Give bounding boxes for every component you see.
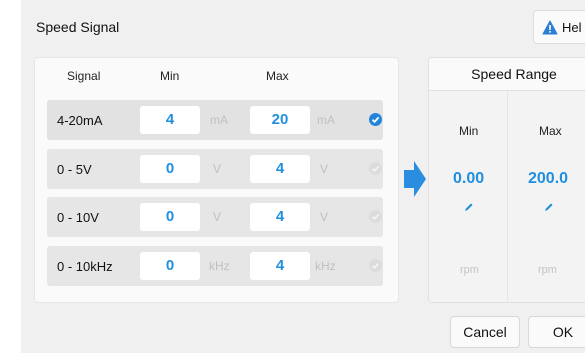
speed-range-panel: Speed Range Min Max 0.00 200.0 rpm rpm [428, 57, 585, 303]
signal-row-0-10v[interactable]: 0 - 10V 0 V 4 V [47, 197, 383, 237]
header-signal: Signal [67, 69, 101, 83]
column-divider [507, 91, 508, 302]
help-label: Hel [562, 19, 582, 35]
arrow-right-icon [404, 161, 426, 197]
min-unit: V [213, 210, 222, 224]
help-button[interactable]: Hel [533, 10, 585, 44]
range-max-value[interactable]: 200.0 [528, 170, 568, 188]
header-max: Max [266, 69, 289, 83]
max-input[interactable]: 4 [250, 155, 310, 183]
signal-label: 0 - 10V [57, 210, 99, 225]
range-max-unit: rpm [538, 264, 557, 276]
signal-label: 0 - 10kHz [57, 259, 113, 274]
min-unit: kHz [209, 259, 230, 273]
min-input[interactable]: 4 [140, 106, 200, 134]
range-min-header: Min [459, 124, 479, 138]
min-input[interactable]: 0 [140, 155, 200, 183]
signal-row-0-5v[interactable]: 0 - 5V 0 V 4 V [47, 149, 383, 189]
range-min-value[interactable]: 0.00 [453, 170, 484, 188]
circle-icon[interactable] [369, 259, 382, 272]
header-min: Min [160, 69, 180, 83]
circle-icon[interactable] [369, 162, 382, 175]
min-unit: mA [210, 113, 228, 127]
checkmark-circle-icon[interactable] [369, 113, 382, 126]
pencil-icon[interactable] [464, 202, 474, 212]
max-input[interactable]: 4 [250, 203, 310, 231]
min-unit: V [213, 162, 222, 176]
max-unit: mA [317, 113, 335, 127]
cancel-button[interactable]: Cancel [450, 316, 520, 348]
signal-row-0-10khz[interactable]: 0 - 10kHz 0 kHz 4 kHz [47, 246, 383, 286]
dialog-title: Speed Signal [36, 19, 120, 35]
pencil-icon[interactable] [544, 202, 554, 212]
min-input[interactable]: 0 [140, 203, 200, 231]
circle-icon[interactable] [369, 210, 382, 223]
max-input[interactable]: 20 [250, 106, 310, 134]
signal-label: 0 - 5V [57, 162, 92, 177]
max-input[interactable]: 4 [250, 252, 310, 280]
min-input[interactable]: 0 [140, 252, 200, 280]
warning-triangle-icon [542, 20, 558, 34]
range-max-header: Max [539, 124, 562, 138]
signal-row-4-20ma[interactable]: 4-20mA 4 mA 20 mA [47, 100, 383, 140]
speed-range-title: Speed Range [429, 58, 585, 91]
max-unit: kHz [315, 259, 336, 273]
signal-label: 4-20mA [57, 113, 103, 128]
max-unit: V [320, 210, 329, 224]
range-min-unit: rpm [460, 264, 479, 276]
ok-button[interactable]: OK [528, 316, 585, 348]
max-unit: V [320, 162, 329, 176]
